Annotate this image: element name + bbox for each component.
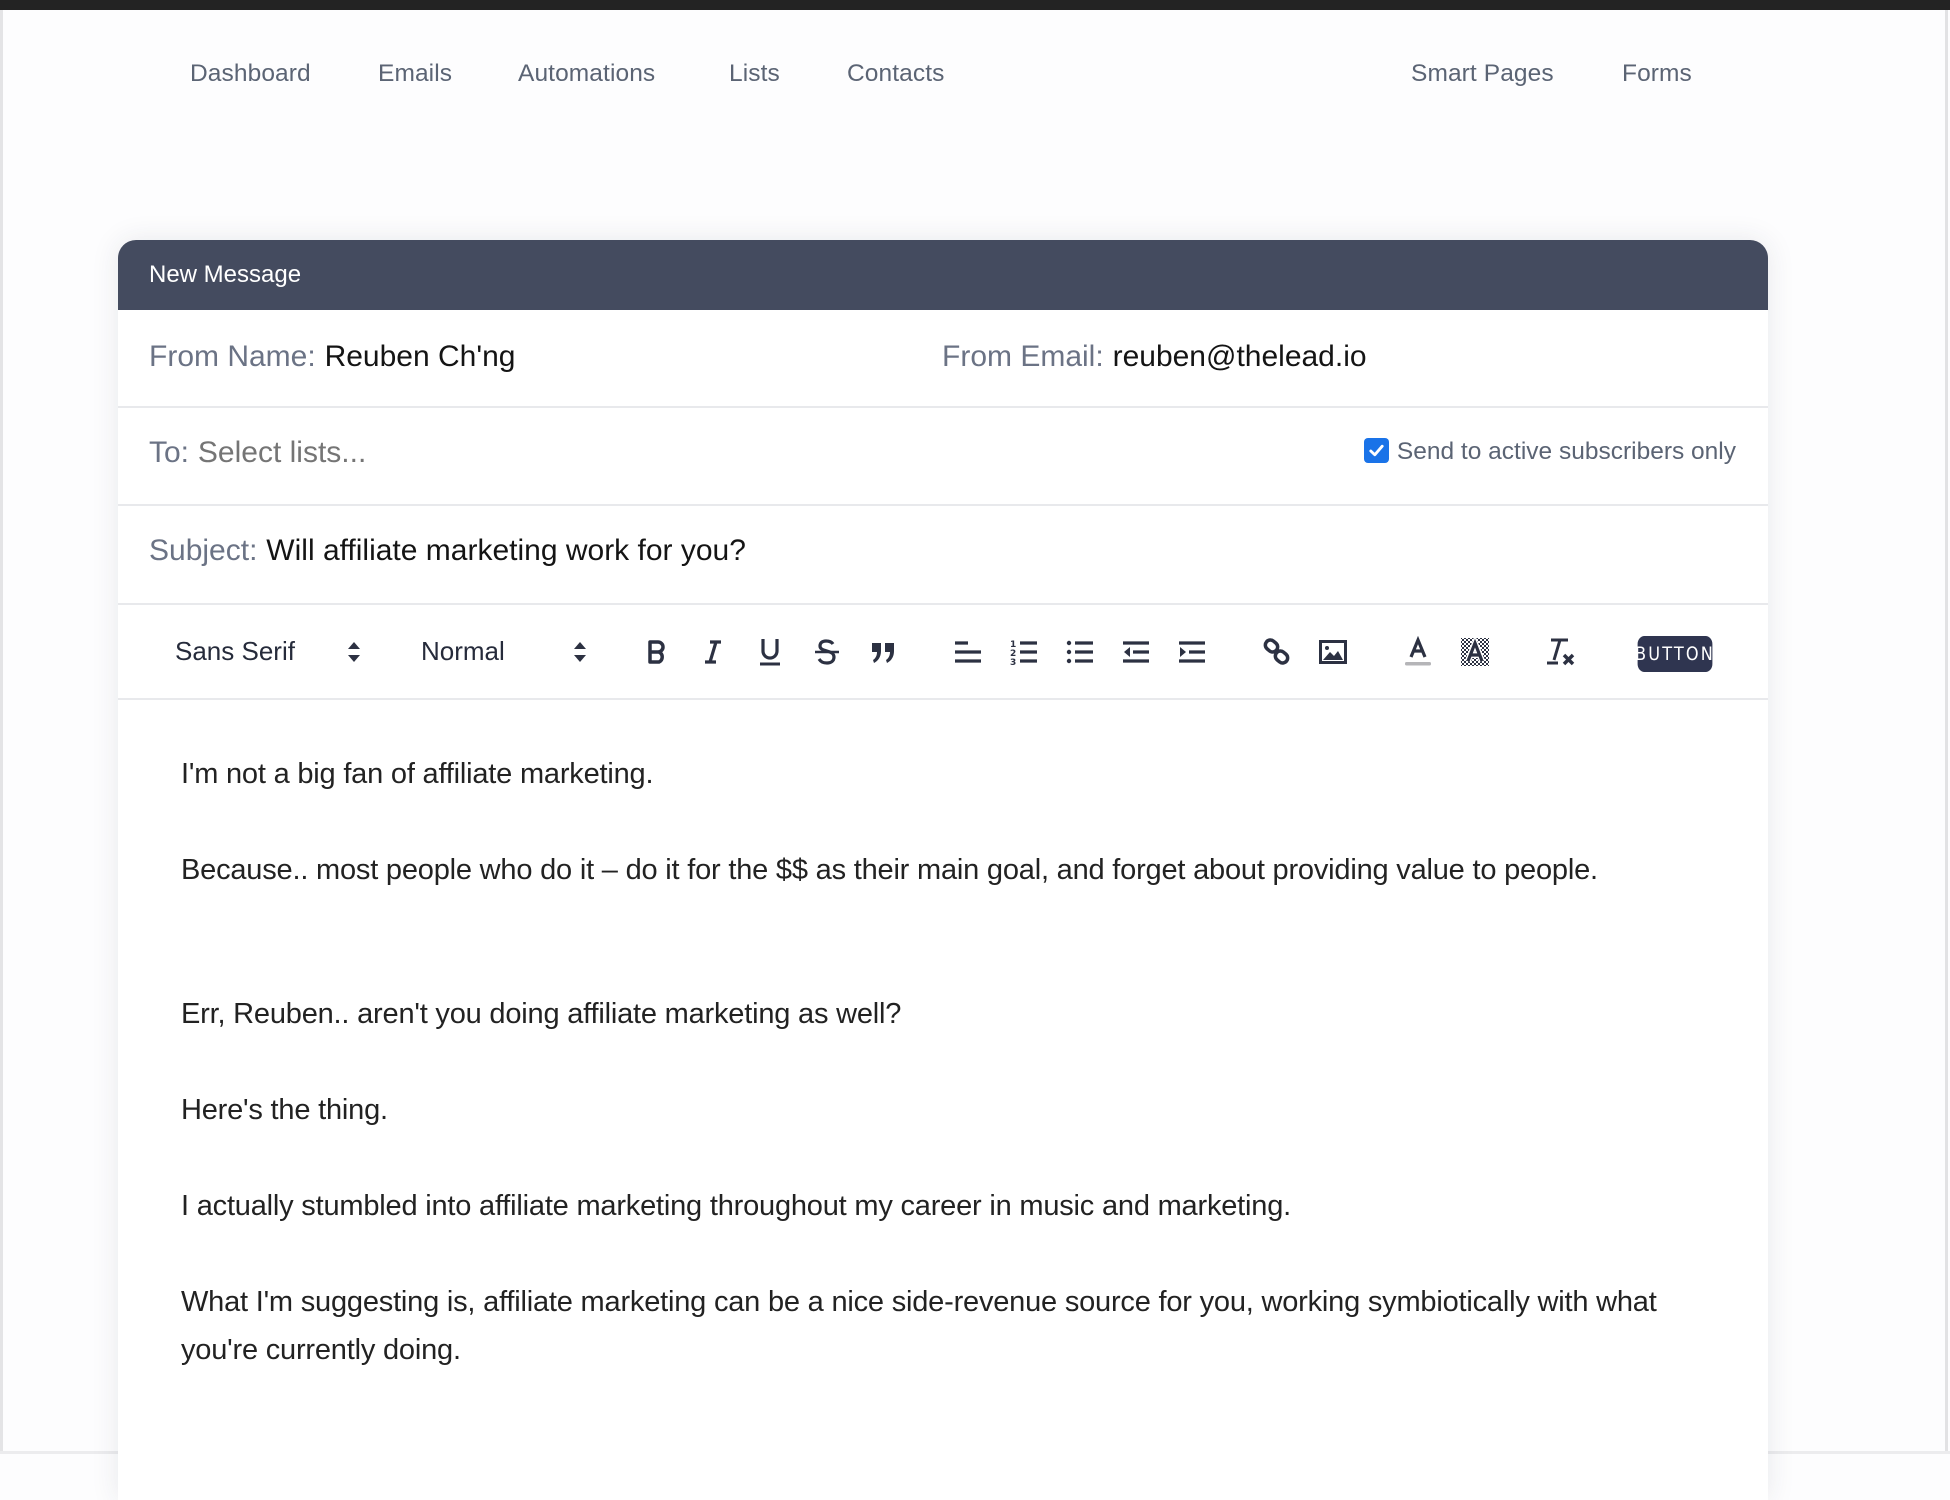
indent-icon bbox=[1179, 640, 1205, 663]
font-family-arrows-icon[interactable] bbox=[347, 605, 361, 698]
window-left-edge bbox=[0, 10, 3, 1454]
strikethrough-icon bbox=[815, 638, 839, 665]
select-lists-input[interactable] bbox=[197, 436, 598, 470]
nav-smart-pages[interactable]: Smart Pages bbox=[1411, 60, 1554, 88]
scrollbar-track[interactable] bbox=[1945, 10, 1948, 1454]
background-color-icon bbox=[1461, 636, 1489, 666]
font-size-arrows-icon[interactable] bbox=[573, 605, 587, 698]
body-paragraph: I'm not a big fan of affiliate marketing… bbox=[181, 758, 654, 790]
outdent-button[interactable] bbox=[1122, 605, 1150, 698]
image-icon bbox=[1319, 639, 1347, 664]
active-subscribers-toggle[interactable]: Send to active subscribers only bbox=[1363, 437, 1736, 466]
clear-format-button[interactable] bbox=[1546, 605, 1576, 698]
nav-automations[interactable]: Automations bbox=[518, 60, 655, 88]
blockquote-button[interactable] bbox=[870, 605, 896, 698]
subject-label: Subject: bbox=[149, 534, 258, 567]
from-row: From Name: Reuben Ch'ng From Email: reub… bbox=[118, 310, 1768, 408]
check-icon bbox=[1369, 444, 1384, 456]
body-paragraph: Because.. most people who do it – do it … bbox=[181, 854, 1598, 886]
bullet-list-button[interactable] bbox=[1066, 605, 1094, 698]
from-name-field[interactable]: From Name: Reuben Ch'ng bbox=[149, 340, 515, 374]
subject-value[interactable]: Will affiliate marketing work for you? bbox=[266, 534, 746, 567]
ordered-list-button[interactable]: 123 bbox=[1010, 605, 1038, 698]
clear-format-icon bbox=[1547, 638, 1575, 665]
active-subscribers-checkbox[interactable] bbox=[1363, 437, 1389, 463]
text-color-icon bbox=[1405, 635, 1431, 665]
insert-button-button[interactable]: BUTTON bbox=[1635, 636, 1713, 672]
blockquote-icon bbox=[872, 642, 894, 663]
link-icon bbox=[1263, 637, 1290, 665]
nav-emails[interactable]: Emails bbox=[378, 60, 452, 88]
svg-text:3: 3 bbox=[1010, 658, 1016, 666]
subject-row: Subject: Will affiliate marketing work f… bbox=[118, 506, 1768, 605]
text-color-button[interactable] bbox=[1404, 605, 1432, 698]
active-subscribers-label: Send to active subscribers only bbox=[1396, 438, 1736, 465]
body-paragraph: What I'm suggesting is, affiliate market… bbox=[181, 1286, 1657, 1366]
composer-title: New Message bbox=[118, 240, 1768, 310]
from-name-value[interactable]: Reuben Ch'ng bbox=[325, 340, 516, 373]
bullet-list-icon bbox=[1066, 640, 1093, 663]
outdent-icon bbox=[1123, 640, 1149, 663]
italic-icon bbox=[705, 639, 721, 664]
align-left-button[interactable] bbox=[954, 605, 982, 698]
bold-icon bbox=[648, 639, 665, 664]
nav-contacts[interactable]: Contacts bbox=[847, 60, 944, 88]
font-family-value: Sans Serif bbox=[175, 636, 295, 666]
new-message-composer: New Message From Name: Reuben Ch'ng From… bbox=[118, 240, 1768, 1500]
to-row: To: Send to active subscribers only bbox=[118, 408, 1768, 506]
link-button[interactable] bbox=[1263, 605, 1291, 698]
from-email-field[interactable]: From Email: reuben@thelead.io bbox=[942, 340, 1367, 374]
background-color-button[interactable] bbox=[1460, 605, 1490, 698]
from-email-value[interactable]: reuben@thelead.io bbox=[1113, 340, 1367, 373]
bold-button[interactable] bbox=[646, 605, 668, 698]
ordered-list-icon: 123 bbox=[1010, 640, 1037, 666]
body-paragraph: Here's the thing. bbox=[181, 1094, 388, 1126]
underline-button[interactable] bbox=[758, 605, 782, 698]
indent-button[interactable] bbox=[1178, 605, 1206, 698]
editor-toolbar: Sans Serif Normal 1 2 3 BUTTON bbox=[118, 605, 1768, 700]
to-field: To: bbox=[149, 436, 598, 470]
nav-forms[interactable]: Forms bbox=[1622, 60, 1692, 88]
subject-field[interactable]: Subject: Will affiliate marketing work f… bbox=[149, 534, 746, 568]
font-size-value: Normal bbox=[421, 636, 505, 666]
underline-icon bbox=[760, 638, 780, 665]
font-family-select[interactable]: Sans Serif bbox=[175, 605, 295, 698]
from-email-label: From Email: bbox=[942, 340, 1104, 373]
to-label: To: bbox=[149, 436, 190, 469]
nav-dashboard[interactable]: Dashboard bbox=[190, 60, 311, 88]
body-paragraph: Err, Reuben.. aren't you doing affiliate… bbox=[181, 998, 902, 1030]
align-left-icon bbox=[955, 640, 981, 663]
window-top-bar bbox=[0, 0, 1950, 10]
font-size-select[interactable]: Normal bbox=[421, 605, 505, 698]
strikethrough-button[interactable] bbox=[814, 605, 840, 698]
body-paragraph: I actually stumbled into affiliate marke… bbox=[181, 1190, 1291, 1222]
from-name-label: From Name: bbox=[149, 340, 316, 373]
nav-lists[interactable]: Lists bbox=[729, 60, 780, 88]
image-button[interactable] bbox=[1319, 605, 1347, 698]
italic-button[interactable] bbox=[702, 605, 724, 698]
